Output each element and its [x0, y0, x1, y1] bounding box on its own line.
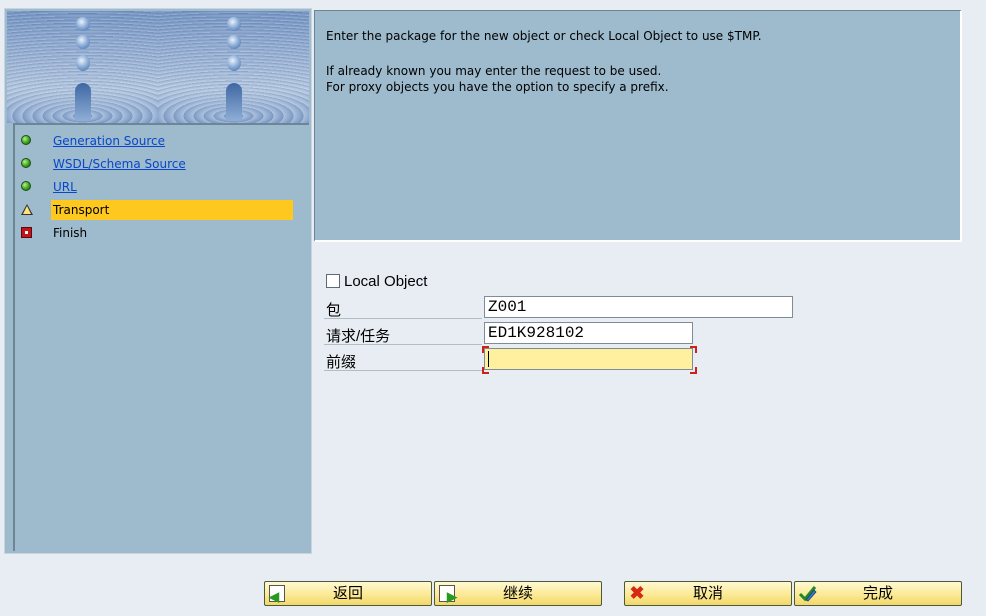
info-text-line-3: For proxy objects you have the option to… [326, 80, 669, 94]
wizard-step-wsdl-schema-source[interactable]: WSDL/Schema Source [15, 154, 299, 174]
step-link[interactable]: URL [53, 180, 77, 194]
info-panel: Enter the package for the new object or … [314, 10, 962, 242]
status-red-icon [21, 227, 32, 238]
step-label: Transport [53, 203, 110, 217]
warning-triangle-icon [21, 204, 33, 215]
step-link[interactable]: WSDL/Schema Source [53, 157, 186, 171]
info-text-line-1: Enter the package for the new object or … [326, 29, 762, 43]
complete-button[interactable]: 完成 [794, 581, 962, 606]
cancel-button[interactable]: ✖ 取消 [624, 581, 792, 606]
local-object-option[interactable]: Local Object [324, 270, 524, 294]
step-link[interactable]: Generation Source [53, 134, 165, 148]
prefix-row: 前缀 [324, 346, 794, 374]
back-document-icon: ◀ [269, 585, 285, 603]
cancel-x-icon: ✖ [629, 583, 645, 603]
local-object-checkbox[interactable] [326, 274, 340, 288]
info-text-line-2: If already known you may enter the reque… [326, 64, 662, 78]
status-green-icon [21, 135, 31, 145]
back-button-label: 返回 [332, 585, 363, 602]
wizard-step-finish: Finish [15, 223, 299, 243]
package-label: 包 [326, 302, 342, 319]
continue-document-icon: ▶ [439, 585, 457, 603]
status-green-icon [21, 158, 31, 168]
request-task-label: 请求/任务 [326, 328, 391, 345]
continue-button-label: 继续 [502, 585, 533, 602]
wizard-panel: Generation Source WSDL/Schema Source URL… [4, 8, 312, 554]
wizard-step-generation-source[interactable]: Generation Source [15, 131, 299, 151]
local-object-label: Local Object [344, 273, 428, 290]
prefix-input[interactable] [484, 348, 693, 370]
wizard-step-url[interactable]: URL [15, 177, 299, 197]
request-task-input[interactable]: ED1K928102 [484, 322, 693, 344]
text-cursor [488, 351, 489, 367]
complete-button-label: 完成 [862, 585, 893, 602]
continue-button[interactable]: ▶ 继续 [434, 581, 602, 606]
wizard-step-list: Generation Source WSDL/Schema Source URL… [13, 123, 309, 551]
step-label: Finish [53, 226, 88, 240]
wizard-step-transport: Transport [15, 200, 299, 220]
prefix-label: 前缀 [326, 354, 357, 371]
complete-check-pencil-icon [799, 586, 817, 602]
status-green-icon [21, 181, 31, 191]
back-button[interactable]: ◀ 返回 [264, 581, 432, 606]
cancel-button-label: 取消 [692, 585, 723, 602]
water-drop-banner-image [7, 11, 309, 123]
package-row: 包 Z001 [324, 296, 794, 319]
package-input[interactable]: Z001 [484, 296, 793, 318]
request-row: 请求/任务 ED1K928102 [324, 322, 794, 345]
